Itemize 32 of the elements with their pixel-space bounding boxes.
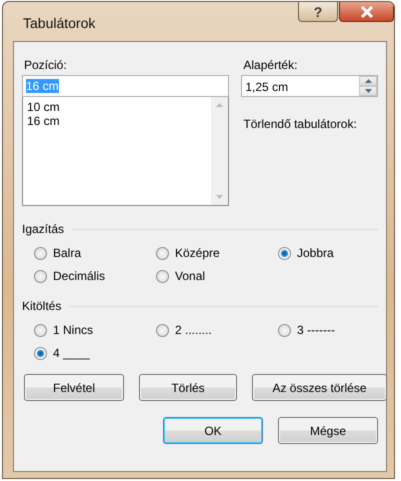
- default-step-spinner[interactable]: 1,25 cm: [241, 75, 378, 97]
- radio-option[interactable]: Vonal: [156, 269, 278, 283]
- radio-option[interactable]: Decimális: [34, 269, 156, 283]
- action-button[interactable]: Az összes törlése: [252, 374, 387, 401]
- close-button[interactable]: [339, 2, 394, 22]
- dialog-button[interactable]: Mégse: [278, 417, 378, 444]
- default-step-label: Alapérték:: [243, 58, 298, 72]
- close-icon: [358, 6, 374, 18]
- dialog-button[interactable]: OK: [163, 417, 263, 444]
- radio-option[interactable]: 1 Nincs: [34, 323, 156, 337]
- list-item[interactable]: 10 cm: [27, 100, 60, 114]
- down-arrow-icon: [364, 89, 372, 93]
- radio-option[interactable]: 3 -------: [278, 323, 388, 337]
- radio-option[interactable]: 4 ____: [34, 346, 156, 360]
- group-title: Kitöltés: [22, 299, 62, 313]
- tab-stop-list[interactable]: 10 cm 16 cm: [22, 97, 230, 206]
- up-arrow-icon: [216, 103, 224, 107]
- tabs-to-clear-label: Törlendő tabulátorok:: [243, 117, 358, 131]
- radio-option[interactable]: Balra: [34, 246, 156, 260]
- list-item[interactable]: 16 cm: [27, 114, 60, 128]
- window-title: Tabulátorok: [23, 15, 96, 31]
- action-button[interactable]: Felvétel: [24, 374, 124, 401]
- action-button[interactable]: Törlés: [139, 374, 237, 401]
- help-button[interactable]: ?: [298, 2, 338, 22]
- down-arrow-icon: [216, 195, 224, 199]
- up-arrow-icon: [364, 79, 372, 83]
- radio-option[interactable]: 2 ........: [156, 323, 278, 337]
- scrollbar[interactable]: [211, 97, 228, 205]
- radio-option[interactable]: Középre: [156, 246, 278, 260]
- group-title: Igazítás: [22, 222, 64, 236]
- position-label: Pozíció:: [24, 58, 68, 72]
- radio-option[interactable]: Jobbra: [278, 246, 388, 260]
